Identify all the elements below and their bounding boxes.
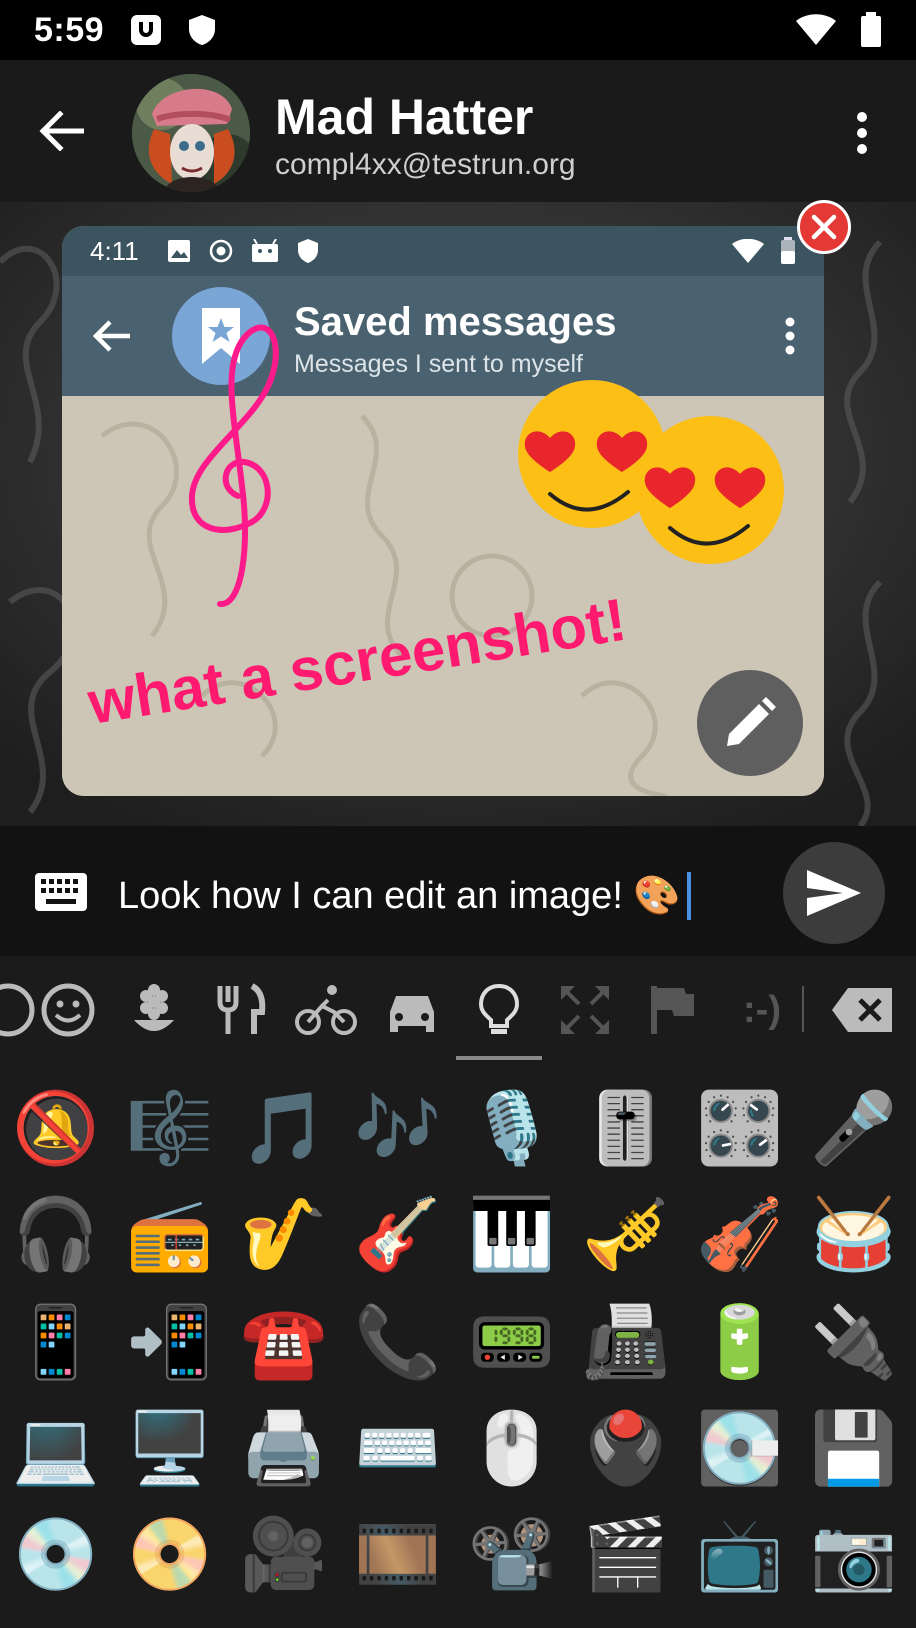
emoji-key[interactable]: 💾 <box>806 1400 902 1496</box>
arrow-left-icon <box>39 111 84 151</box>
keyboard-icon[interactable] <box>34 872 88 912</box>
overflow-menu-button[interactable] <box>842 106 882 160</box>
emoji-key[interactable]: 💽 <box>692 1400 788 1496</box>
emoji-key[interactable]: 🎺 <box>578 1186 674 1282</box>
emoji-key[interactable]: 🎙️ <box>464 1080 560 1176</box>
emoji-key[interactable]: 🎛️ <box>692 1080 788 1176</box>
emoji-key[interactable]: 🥁 <box>806 1186 902 1282</box>
emoji-key[interactable]: 🎤 <box>806 1080 902 1176</box>
message-text: Look how I can edit an image! 🎨 <box>118 875 681 917</box>
emoji-key[interactable]: 🎚️ <box>578 1080 674 1176</box>
message-input[interactable]: Look how I can edit an image! 🎨 <box>118 872 691 920</box>
emoji-key[interactable]: 💻 <box>8 1400 104 1496</box>
flag-icon <box>651 986 694 1034</box>
tab-nature[interactable] <box>122 978 186 1042</box>
emoji-key[interactable]: 🖨️ <box>236 1400 332 1496</box>
emoji-key[interactable]: 📟 <box>464 1294 560 1390</box>
tab-flags[interactable] <box>640 978 704 1042</box>
send-button[interactable] <box>783 842 885 944</box>
more-vert-icon <box>857 112 867 154</box>
expand-icon <box>561 986 609 1034</box>
emoji-key[interactable]: 📀 <box>122 1506 218 1602</box>
send-icon <box>807 870 861 916</box>
heart-eyes-emoji-2 <box>636 416 784 564</box>
emoji-key[interactable]: 🎥 <box>236 1506 332 1602</box>
emoji-key[interactable]: 🎹 <box>464 1186 560 1282</box>
emoji-key[interactable]: 🎞️ <box>350 1506 446 1602</box>
image-preview[interactable]: 4:11 Saved messages Messages I sent to m… <box>62 226 824 796</box>
tab-symbols[interactable] <box>553 978 617 1042</box>
emoji-key[interactable]: 📺 <box>692 1506 788 1602</box>
lightbulb-icon <box>478 983 520 1034</box>
emoji-key[interactable]: ☎️ <box>236 1294 332 1390</box>
back-button[interactable] <box>30 100 92 162</box>
emoji-key[interactable]: 🖲️ <box>578 1400 674 1496</box>
chat-header: Mad Hatter compl4xx@testrun.org <box>0 60 916 202</box>
caption-drawing: what a screenshot! <box>83 586 631 737</box>
tab-activity[interactable] <box>294 978 358 1042</box>
tab-recent[interactable] <box>0 978 40 1042</box>
tab-divider <box>802 986 804 1032</box>
emoji-key[interactable]: 💿 <box>8 1506 104 1602</box>
emoji-key[interactable]: 🖱️ <box>464 1400 560 1496</box>
flower-icon <box>134 984 174 1031</box>
shield-icon <box>189 15 216 45</box>
emoji-grid: 🔕 🎼 🎵 🎶 🎙️ 🎚️ 🎛️ 🎤 🎧 📻 🎷 🎸 🎹 🎺 🎻 🥁 📱 📲 ☎️ 📞 📟 📠 🔋 🔌 💻 🖥️ 🖨️ ⌨️ 🖱️ 🖲️ 💽… <box>0 1060 916 1628</box>
avatar[interactable] <box>132 74 250 192</box>
fork-knife-icon <box>217 983 266 1034</box>
edit-image-button[interactable] <box>697 670 803 776</box>
close-icon <box>811 214 837 240</box>
tab-objects[interactable] <box>467 978 531 1042</box>
contact-name[interactable]: Mad Hatter <box>275 88 533 146</box>
text-caret <box>686 872 691 920</box>
emoji-key[interactable]: 🎻 <box>692 1186 788 1282</box>
emoji-key[interactable]: 🎸 <box>350 1186 446 1282</box>
emoji-key[interactable]: ⌨️ <box>350 1400 446 1496</box>
tab-travel[interactable] <box>380 978 444 1042</box>
tab-smileys[interactable] <box>36 978 100 1042</box>
smiley-icon <box>41 983 95 1037</box>
emoji-key[interactable]: 📞 <box>350 1294 446 1390</box>
emoji-key[interactable]: 🎬 <box>578 1506 674 1602</box>
emoji-key[interactable]: 📲 <box>122 1294 218 1390</box>
chat-area: 4:11 Saved messages Messages I sent to m… <box>0 202 916 826</box>
tab-food[interactable] <box>208 978 272 1042</box>
status-time: 5:59 <box>34 10 105 49</box>
car-icon <box>390 996 434 1032</box>
avatar-portrait <box>132 74 250 192</box>
emoji-key[interactable]: 🔕 <box>8 1080 104 1176</box>
emoji-key[interactable]: 🎧 <box>8 1186 104 1282</box>
tab-emoticons[interactable]: :-) <box>730 978 794 1042</box>
treble-clef-drawing <box>188 324 279 607</box>
emoji-key[interactable]: 🎵 <box>236 1080 332 1176</box>
emoji-key[interactable]: 🖥️ <box>122 1400 218 1496</box>
emoji-key[interactable]: 🎶 <box>350 1080 446 1176</box>
backspace-icon <box>832 988 892 1032</box>
clock-icon <box>0 983 35 1037</box>
emoji-key[interactable]: 🔌 <box>806 1294 902 1390</box>
emoji-category-tabs: :-) <box>0 956 916 1060</box>
emoji-key[interactable]: 📽️ <box>464 1506 560 1602</box>
remove-attachment-button[interactable] <box>797 200 851 254</box>
pencil-icon <box>727 697 776 746</box>
backspace-button[interactable] <box>830 978 894 1042</box>
emoji-key[interactable]: 📠 <box>578 1294 674 1390</box>
wifi-icon <box>796 14 836 45</box>
bicycle-icon <box>295 985 357 1035</box>
emoji-key[interactable]: 🔋 <box>692 1294 788 1390</box>
emoji-key[interactable]: 🎷 <box>236 1186 332 1282</box>
magnet-icon <box>131 15 162 45</box>
contact-address[interactable]: compl4xx@testrun.org <box>275 148 576 182</box>
status-bar: 5:59 <box>0 0 916 60</box>
message-composer: Look how I can edit an image! 🎨 <box>0 826 916 956</box>
battery-icon <box>861 12 881 47</box>
emoji-key[interactable]: 📷 <box>806 1506 902 1602</box>
emoji-key[interactable]: 📻 <box>122 1186 218 1282</box>
emoji-key[interactable]: 🎼 <box>122 1080 218 1176</box>
emoji-key[interactable]: 📱 <box>8 1294 104 1390</box>
